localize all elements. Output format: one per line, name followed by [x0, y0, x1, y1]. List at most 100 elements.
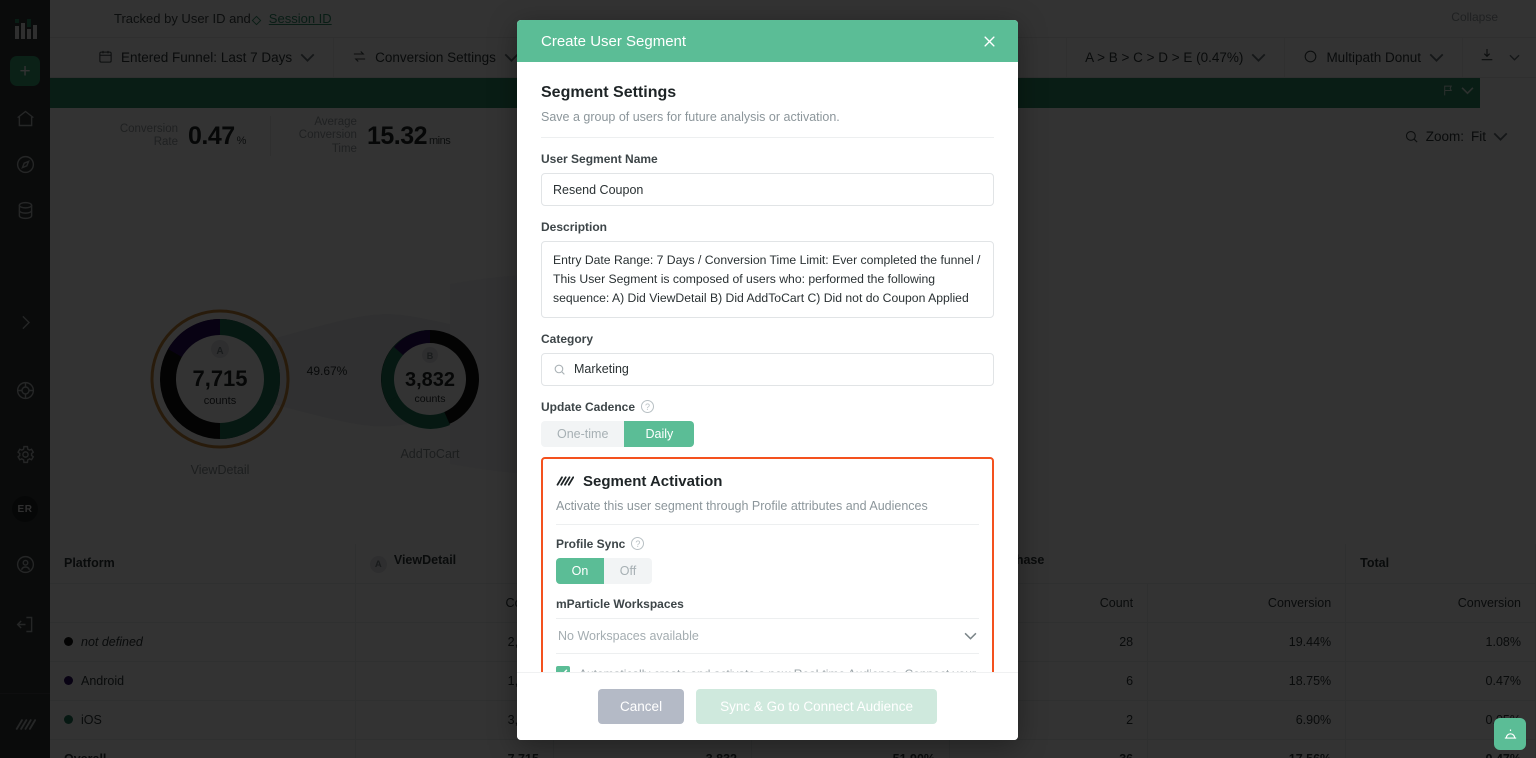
metric-number: 0.47: [188, 121, 235, 150]
update-cadence-field: Update Cadence ? One-time Daily: [541, 400, 994, 447]
metric-conversion-rate: Conversion Rate 0.47%: [92, 116, 270, 156]
cadence-option-one-time[interactable]: One-time: [541, 420, 625, 447]
step-badge: A: [369, 556, 387, 574]
profile-sync-option-off[interactable]: Off: [604, 557, 652, 584]
help-button[interactable]: [1494, 718, 1526, 750]
update-cadence-text: Update Cadence: [541, 399, 636, 414]
segment-settings-subtitle: Save a group of users for future analysi…: [541, 110, 840, 124]
search-icon: [1405, 130, 1418, 143]
gear-icon[interactable]: [5, 434, 45, 474]
hatch-logo-icon[interactable]: [5, 704, 45, 744]
chart-type-selector[interactable]: Multipath Donut: [1285, 38, 1463, 77]
zoom-control[interactable]: Zoom: Fit: [1404, 129, 1536, 144]
segment-activation-title: Segment Activation: [556, 473, 979, 490]
flag-icon: [1444, 85, 1452, 96]
auto-audience-checkbox-row[interactable]: Automatically create and activate a new …: [556, 665, 979, 672]
zoom-value: Fit: [1471, 128, 1486, 144]
user-segment-name-input[interactable]: Resend Coupon: [541, 173, 994, 206]
metric-value: 15.32 mins: [366, 121, 451, 151]
swap-icon: [352, 49, 367, 67]
app-root: + ER Tracked by User ID and Session ID C…: [0, 0, 1536, 758]
metric-unit: %: [236, 134, 247, 147]
segment-activation-panel: Segment Activation Activate this user se…: [541, 456, 994, 672]
update-cadence-toggle[interactable]: One-time Daily: [541, 420, 695, 447]
funnel-path-label: A > B > C > D > E (0.47%): [1085, 50, 1244, 65]
segment-activation-subtitle: Activate this user segment through Profi…: [556, 498, 928, 513]
account-icon[interactable]: [5, 544, 45, 584]
description-input[interactable]: Entry Date Range: 7 Days / Conversion Ti…: [541, 241, 994, 318]
description-label: Description: [541, 220, 608, 234]
profile-sync-label: Profile Sync ?: [556, 537, 979, 551]
donut-icon: [1303, 49, 1318, 67]
close-icon[interactable]: [976, 28, 1002, 54]
service-bell-icon: [1504, 729, 1516, 739]
chart-type-label: Multipath Donut: [1326, 50, 1421, 65]
platform-color-dot: [64, 675, 73, 685]
add-button[interactable]: +: [10, 56, 40, 86]
funnel-path-selector[interactable]: A > B > C > D > E (0.47%): [1067, 38, 1286, 77]
sync-and-connect-audience-button[interactable]: Sync & Go to Connect Audience: [696, 689, 937, 724]
profile-sync-option-on[interactable]: On: [556, 557, 604, 584]
category-label: Category: [541, 331, 594, 346]
table-row[interactable]: Overall7,7153,83251.90%3617.56%0.47%: [50, 739, 1536, 758]
update-cadence-label: Update Cadence ?: [541, 400, 994, 414]
question-mark-icon[interactable]: ?: [641, 400, 655, 414]
logout-icon[interactable]: [5, 604, 45, 644]
profile-sync-toggle[interactable]: On Off: [556, 557, 652, 584]
divider: [541, 137, 994, 138]
session-id-link[interactable]: Session ID: [269, 11, 332, 26]
conversion-settings-selector[interactable]: Conversion Settings: [334, 38, 538, 77]
platform-color-dot: [64, 714, 73, 724]
workspaces-field: mParticle Workspaces No Workspaces avail…: [556, 597, 979, 654]
chevron-down-icon: [300, 53, 315, 62]
tag-icon: [251, 13, 262, 26]
home-icon[interactable]: [5, 98, 45, 138]
chevron-right-icon[interactable]: [5, 302, 45, 342]
conversion-settings-label: Conversion Settings: [375, 50, 496, 65]
compass-icon[interactable]: [5, 144, 45, 184]
lifebuoy-icon[interactable]: [5, 370, 45, 410]
modal-header: Create User Segment: [517, 20, 1018, 62]
chevron-down-icon: [1461, 87, 1474, 95]
platform-color-dot: [64, 636, 73, 646]
date-range-label: Entered Funnel: Last 7 Days: [121, 50, 293, 65]
date-range-selector[interactable]: Entered Funnel: Last 7 Days: [50, 38, 335, 77]
workspaces-dropdown[interactable]: No Workspaces available: [556, 617, 979, 654]
collapse-button[interactable]: Collapse: [1451, 10, 1498, 24]
chevron-down-icon: [1252, 53, 1266, 62]
profile-sync-field: Profile Sync ? On Off: [556, 537, 979, 584]
table-cell-value: 36: [949, 739, 1149, 758]
segment-settings-title: Segment Settings: [541, 84, 677, 101]
table-cell-value: 17.56%: [1147, 739, 1347, 758]
avatar-initials: ER: [17, 503, 33, 515]
subheader-conversion: Conversion: [1147, 583, 1347, 623]
table-cell-platform: Android: [50, 661, 356, 701]
table-cell-platform: iOS: [50, 700, 356, 740]
group-label: Platform: [64, 556, 115, 571]
svg-text:49.67%: 49.67%: [307, 364, 348, 378]
table-group-total: Total: [1345, 544, 1536, 584]
category-input[interactable]: Marketing: [541, 352, 994, 386]
download-icon[interactable]: [1479, 47, 1495, 68]
metric-number: 15.32: [366, 121, 428, 150]
table-cell-value: 51.90%: [751, 739, 951, 758]
metric-unit: mins: [429, 134, 451, 147]
table-cell-value: 18.75%: [1147, 661, 1347, 701]
cadence-option-daily[interactable]: Daily: [624, 420, 695, 447]
database-icon[interactable]: [5, 190, 45, 230]
question-mark-icon[interactable]: ?: [631, 537, 645, 551]
svg-text:3,832: 3,832: [405, 369, 455, 391]
cancel-button[interactable]: Cancel: [598, 689, 685, 724]
create-user-segment-modal: Create User Segment Segment Settings Sav…: [517, 20, 1018, 740]
svg-text:ViewDetail: ViewDetail: [191, 463, 250, 477]
bar-chart-logo-icon[interactable]: [12, 16, 38, 42]
description-field: Description Entry Date Range: 7 Days / C…: [541, 220, 994, 318]
user-segment-name-field: User Segment Name Resend Coupon: [541, 152, 994, 206]
table-cell-value: 0.47%: [1345, 661, 1536, 701]
zoom-label: Zoom:: [1425, 128, 1464, 144]
chevron-down-icon[interactable]: [1509, 54, 1520, 61]
calendar-icon: [98, 49, 113, 67]
avatar[interactable]: ER: [12, 496, 38, 522]
banner-actions[interactable]: [1442, 84, 1474, 97]
chevron-down-icon: [964, 632, 977, 640]
